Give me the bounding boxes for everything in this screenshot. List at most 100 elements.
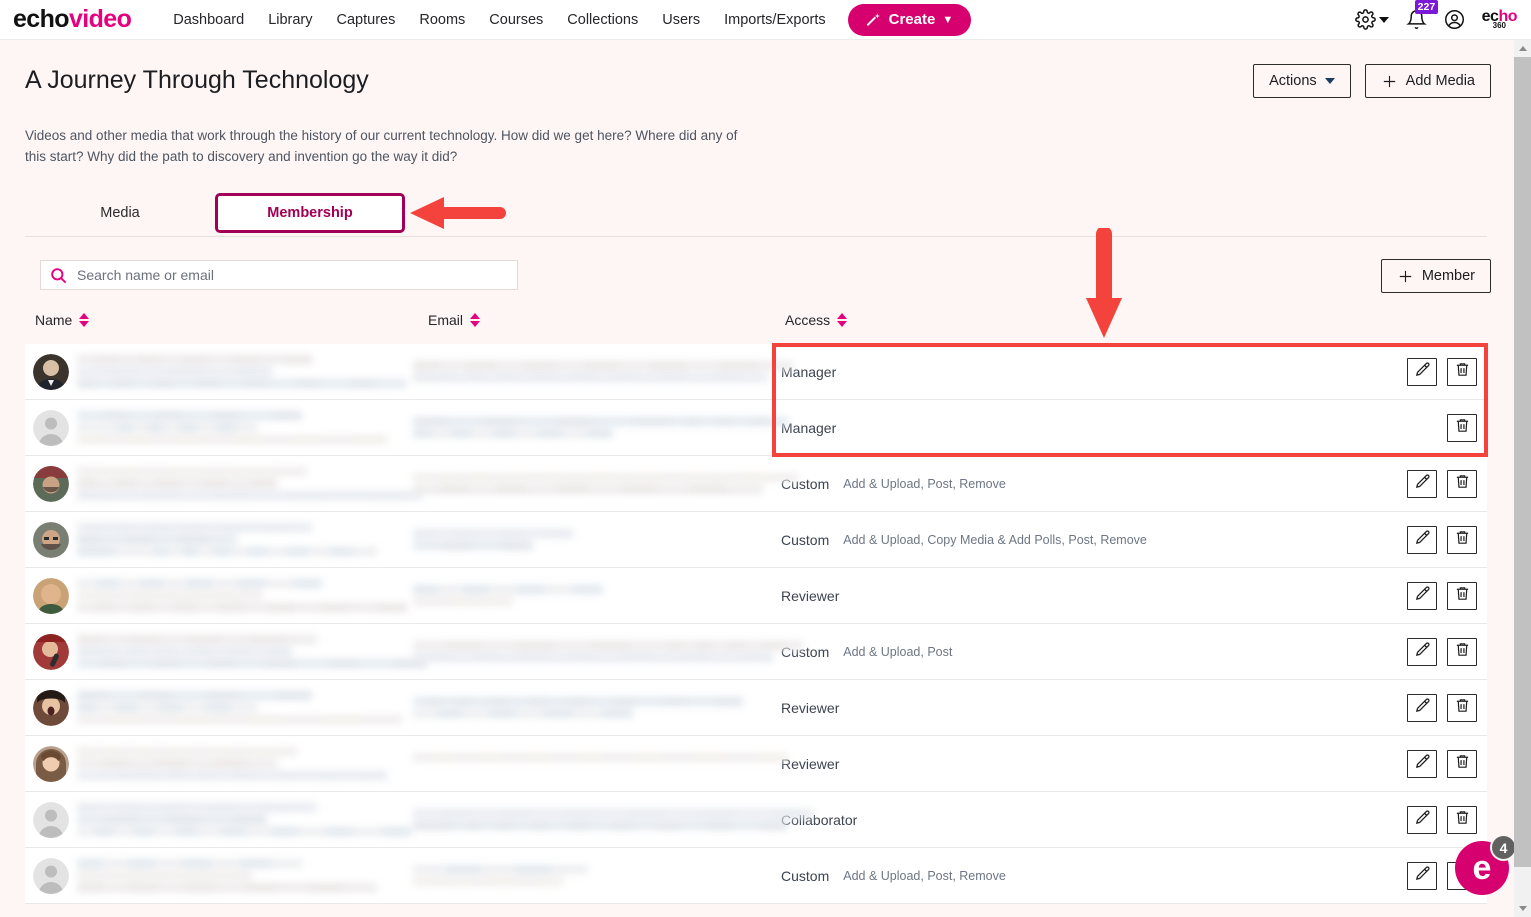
- pencil-icon: [1414, 697, 1431, 719]
- table-row[interactable]: Reviewer: [25, 568, 1487, 624]
- nav-item-users[interactable]: Users: [662, 12, 700, 28]
- edit-member-button[interactable]: [1407, 805, 1437, 834]
- nav-item-dashboard[interactable]: Dashboard: [173, 12, 244, 28]
- row-action-buttons: [1369, 357, 1487, 386]
- nav-item-imports-exports[interactable]: Imports/Exports: [724, 12, 826, 28]
- delete-member-button[interactable]: [1447, 357, 1477, 386]
- nav-item-library[interactable]: Library: [268, 12, 312, 28]
- tab-media[interactable]: Media: [25, 193, 215, 233]
- default-person-avatar-icon: [33, 857, 69, 894]
- redacted-text: [77, 467, 422, 500]
- edit-member-button[interactable]: [1407, 637, 1437, 666]
- member-email-cell: [413, 638, 804, 665]
- table-row[interactable]: Custom Add & Upload, Post, Remove: [25, 848, 1487, 904]
- delete-member-button[interactable]: [1447, 581, 1477, 610]
- row-action-buttons: [1369, 637, 1487, 666]
- table-row[interactable]: Manager: [25, 400, 1487, 456]
- avatar: [25, 521, 77, 558]
- nav-item-rooms[interactable]: Rooms: [419, 12, 465, 28]
- pencil-icon: [1414, 529, 1431, 551]
- redacted-text: [77, 355, 413, 388]
- create-button[interactable]: Create ▼: [847, 3, 972, 36]
- delete-member-button[interactable]: [1447, 749, 1477, 778]
- default-person-avatar-icon: [33, 409, 69, 446]
- column-header-access[interactable]: Access: [785, 312, 848, 328]
- member-email-cell: [413, 750, 788, 777]
- chevron-down-icon: [1324, 78, 1335, 84]
- pencil-icon: [1414, 809, 1431, 831]
- table-row[interactable]: Custom Add & Upload, Post: [25, 624, 1487, 680]
- redacted-text: [77, 635, 428, 668]
- member-name-cell: [77, 800, 413, 839]
- nav-right-icons: 227 echo 360: [1354, 0, 1531, 30]
- edit-member-button[interactable]: [1407, 749, 1437, 778]
- member-access-cell: Reviewer: [773, 588, 1369, 604]
- column-header-email-label: Email: [428, 312, 464, 328]
- edit-member-button[interactable]: [1407, 357, 1437, 386]
- redacted-text: [413, 585, 773, 606]
- trash-icon: [1454, 529, 1471, 551]
- edit-member-button[interactable]: [1407, 693, 1437, 722]
- search-input[interactable]: [77, 267, 477, 283]
- delete-member-button[interactable]: [1447, 805, 1477, 834]
- column-header-email[interactable]: Email: [428, 312, 481, 328]
- avatar: [25, 465, 77, 502]
- access-role-label: Custom: [781, 531, 830, 548]
- settings-menu[interactable]: [1354, 9, 1389, 30]
- echovideo-logo[interactable]: echovideo: [0, 5, 132, 34]
- main-nav-links: Dashboard Library Captures Rooms Courses…: [173, 12, 825, 28]
- nav-item-collections[interactable]: Collections: [567, 12, 638, 28]
- pencil-icon: [1414, 641, 1431, 663]
- pencil-icon: [1414, 865, 1431, 887]
- user-profile-button[interactable]: [1444, 9, 1465, 30]
- delete-member-button[interactable]: [1447, 525, 1477, 554]
- tab-membership[interactable]: Membership: [215, 193, 405, 233]
- actions-dropdown-button[interactable]: Actions: [1253, 64, 1351, 98]
- table-row[interactable]: Manager: [25, 344, 1487, 400]
- table-row[interactable]: Custom Add & Upload, Post, Remove: [25, 456, 1487, 512]
- edit-member-button[interactable]: [1407, 525, 1437, 554]
- edit-member-button[interactable]: [1407, 581, 1437, 610]
- search-bar[interactable]: [40, 260, 518, 290]
- redacted-text: [413, 865, 773, 886]
- scrollbar-thumb[interactable]: [1514, 57, 1531, 867]
- member-name-cell: [77, 464, 422, 503]
- edit-member-button[interactable]: [1407, 469, 1437, 498]
- column-header-name[interactable]: Name: [35, 312, 90, 328]
- nav-item-captures[interactable]: Captures: [337, 12, 396, 28]
- table-row[interactable]: Collaborator: [25, 792, 1487, 848]
- edit-member-button[interactable]: [1407, 861, 1437, 890]
- add-media-button-label: Add Media: [1405, 73, 1475, 89]
- pencil-icon: [1414, 753, 1431, 775]
- table-row[interactable]: Custom Add & Upload, Copy Media & Add Pol…: [25, 512, 1487, 568]
- delete-member-button[interactable]: [1447, 469, 1477, 498]
- row-action-buttons: [1369, 469, 1487, 498]
- annotation-arrow-down: [1086, 228, 1122, 338]
- delete-member-button[interactable]: [1447, 693, 1477, 722]
- delete-member-button[interactable]: [1447, 413, 1477, 442]
- member-email-cell: [413, 806, 813, 833]
- annotation-arrow-left: [410, 197, 506, 229]
- table-row[interactable]: Reviewer: [25, 736, 1487, 792]
- scroll-down-arrow-icon[interactable]: [1514, 900, 1531, 917]
- delete-member-button[interactable]: [1447, 637, 1477, 666]
- row-action-buttons: [1369, 525, 1487, 554]
- notifications-button[interactable]: 227: [1405, 0, 1439, 30]
- avatar: [25, 577, 77, 614]
- redacted-text: [413, 361, 793, 382]
- add-media-button[interactable]: Add Media: [1364, 64, 1491, 98]
- sort-icon[interactable]: [470, 313, 481, 327]
- photo-beard-cap-avatar-icon: [33, 465, 69, 502]
- plus-icon: [1383, 75, 1395, 87]
- add-member-button[interactable]: Member: [1380, 259, 1491, 293]
- tab-bar-divider: [25, 236, 1487, 237]
- scroll-up-arrow-icon[interactable]: [1514, 40, 1531, 57]
- access-permissions-label: Add & Upload, Post: [843, 644, 953, 659]
- sort-icon[interactable]: [837, 313, 848, 327]
- echo360-logo[interactable]: echo 360: [1482, 9, 1518, 30]
- nav-item-courses[interactable]: Courses: [489, 12, 543, 28]
- sort-icon[interactable]: [79, 313, 90, 327]
- member-email-cell: [413, 358, 793, 385]
- page-scrollbar[interactable]: [1514, 40, 1531, 917]
- table-row[interactable]: Reviewer: [25, 680, 1487, 736]
